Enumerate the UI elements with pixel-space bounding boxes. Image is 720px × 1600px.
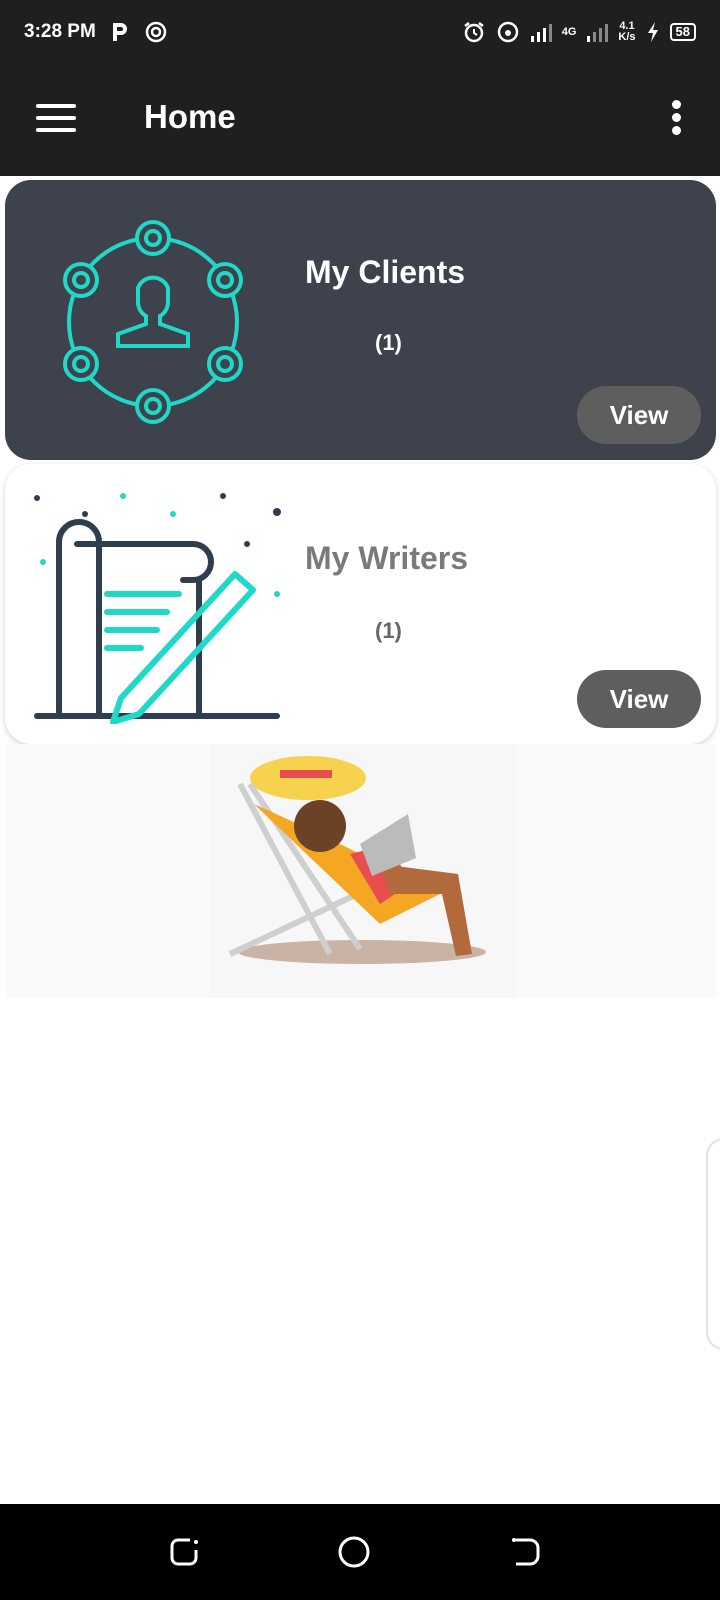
writer-document-icon <box>34 493 281 724</box>
battery-indicator: 58 <box>669 23 696 41</box>
status-bar: 3:28 PM 4G 4.1 K/s 58 <box>0 0 720 64</box>
signal-icon <box>530 24 552 42</box>
beach-laptop-illustration <box>210 744 515 998</box>
home-icon[interactable] <box>336 1534 372 1570</box>
system-nav-bar <box>0 1504 720 1600</box>
app-bar: Home <box>0 64 720 176</box>
back-icon[interactable] <box>508 1534 544 1570</box>
wifi-hotspot-icon <box>497 21 518 43</box>
clients-network-icon <box>63 220 243 424</box>
parking-app-icon <box>112 23 127 41</box>
more-options-icon[interactable] <box>664 100 688 140</box>
clients-card[interactable]: My Clients (1) View <box>5 180 716 460</box>
writers-card[interactable]: My Writers (1) View <box>5 464 716 744</box>
hotspot-icon <box>145 21 167 43</box>
network-type: 4G <box>561 26 577 38</box>
charging-icon <box>647 22 658 42</box>
network-speed: 4.1 K/s <box>618 21 635 43</box>
status-left: 3:28 PM <box>24 20 168 44</box>
writers-count: (1) <box>375 618 402 643</box>
status-time: 3:28 PM <box>24 21 96 42</box>
signal-weak-icon <box>587 24 609 42</box>
view-writers-button[interactable]: View <box>577 670 701 728</box>
recents-icon[interactable] <box>168 1534 204 1570</box>
writers-title: My Writers <box>305 540 469 576</box>
view-clients-button[interactable]: View <box>577 386 701 444</box>
clients-count: (1) <box>375 330 402 355</box>
illustration-area <box>5 744 716 998</box>
network-speed-unit: K/s <box>618 31 636 43</box>
side-drawer-handle[interactable] <box>706 1138 720 1350</box>
clients-title: My Clients <box>305 254 466 290</box>
page-title: Home <box>144 98 236 135</box>
alarm-icon <box>463 22 484 43</box>
status-right: 4G 4.1 K/s 58 <box>462 20 696 44</box>
hamburger-menu-icon[interactable] <box>36 104 76 134</box>
